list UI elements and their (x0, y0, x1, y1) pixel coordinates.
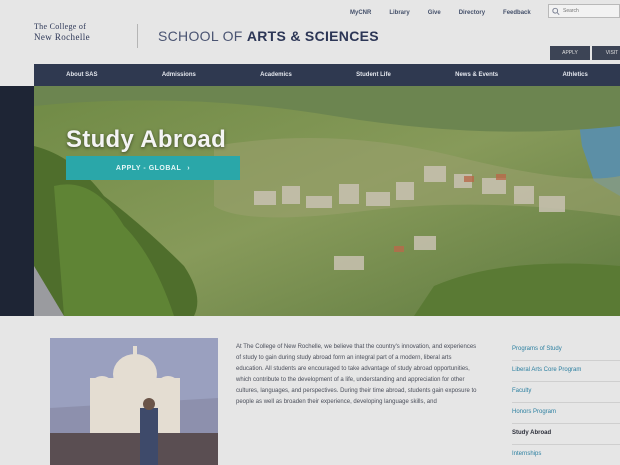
intro-paragraph: At The College of New Rochelle, we belie… (236, 344, 477, 405)
school-prefix: SCHOOL OF (158, 28, 247, 44)
utility-link-directory[interactable]: Directory (459, 10, 485, 16)
side-nav-liberal-arts-core[interactable]: Liberal Arts Core Program (512, 361, 620, 382)
college-logo[interactable]: The College of New Rochelle (34, 22, 126, 50)
chevron-right-icon: › (187, 164, 191, 172)
apply-global-button[interactable]: APPLY - GLOBAL › (66, 156, 240, 180)
header-action-buttons: APPLY VISIT (550, 46, 620, 60)
hero-banner: Study Abroad APPLY - GLOBAL › (34, 86, 620, 316)
nav-item-student-life[interactable]: Student Life (356, 72, 391, 78)
visit-button[interactable]: VISIT (592, 46, 620, 60)
utility-link-library[interactable]: Library (389, 10, 409, 16)
utility-nav: MyCNR Library Give Directory Feedback (350, 6, 531, 20)
utility-link-mycnr[interactable]: MyCNR (350, 10, 371, 16)
logo-line-2: New Rochelle (34, 32, 91, 42)
school-name: ARTS & SCIENCES (246, 28, 379, 44)
nav-item-academics[interactable]: Academics (260, 72, 292, 78)
hero-landscape-image (34, 86, 620, 316)
main-nav: About SAS Admissions Academics Student L… (34, 64, 620, 86)
utility-link-feedback[interactable]: Feedback (503, 10, 531, 16)
basilica-photo (50, 338, 218, 465)
nav-item-admissions[interactable]: Admissions (162, 72, 196, 78)
hero-title: Study Abroad (66, 126, 227, 153)
side-nav-internships[interactable]: Internships (512, 445, 620, 465)
logo-line-1: The College of (34, 22, 87, 31)
apply-button[interactable]: APPLY (550, 46, 590, 60)
apply-global-label: APPLY - GLOBAL (115, 164, 182, 172)
school-title[interactable]: SCHOOL OF ARTS & SCIENCES (158, 28, 379, 44)
side-nav-honors-program[interactable]: Honors Program (512, 403, 620, 424)
search-input[interactable] (563, 8, 619, 14)
side-nav-programs-of-study[interactable]: Programs of Study (512, 340, 620, 361)
search-icon[interactable] (552, 7, 560, 16)
nav-item-about[interactable]: About SAS (66, 72, 97, 78)
header-divider (137, 24, 138, 48)
side-nav-faculty[interactable]: Faculty (512, 382, 620, 403)
section-side-nav: Programs of Study Liberal Arts Core Prog… (512, 340, 620, 465)
nav-item-athletics[interactable]: Athletics (562, 72, 587, 78)
study-abroad-photo (50, 338, 218, 465)
left-dark-strip (0, 86, 34, 316)
nav-item-news-events[interactable]: News & Events (455, 72, 498, 78)
side-nav-study-abroad[interactable]: Study Abroad (512, 424, 620, 445)
search-box (548, 4, 620, 18)
utility-link-give[interactable]: Give (428, 10, 441, 16)
